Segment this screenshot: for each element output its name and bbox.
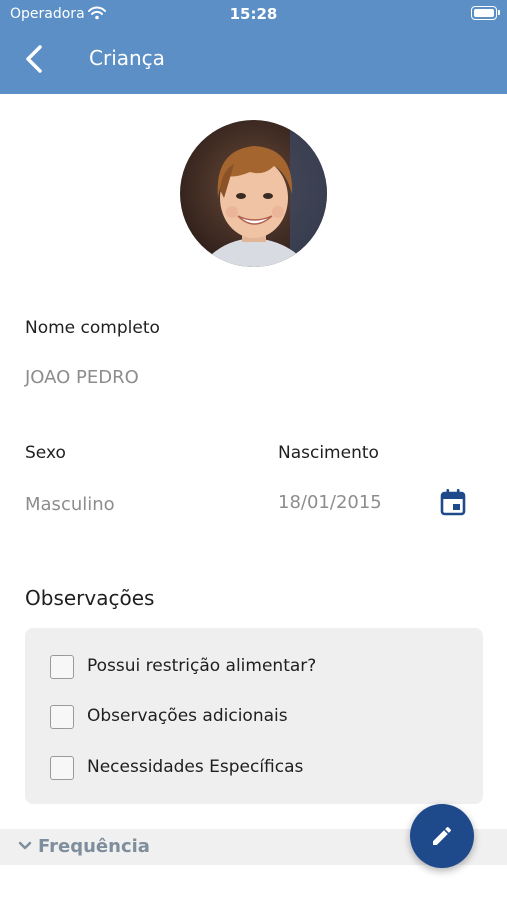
name-label: Nome completo	[25, 318, 160, 338]
checkbox-food-restriction[interactable]: Possui restrição alimentar?	[50, 652, 470, 682]
checkbox[interactable]	[50, 756, 74, 780]
sex-label: Sexo	[25, 443, 66, 463]
calendar-icon	[440, 489, 466, 516]
status-bar: Operadora 15:28	[0, 0, 507, 28]
observations-title: Observações	[25, 586, 155, 610]
battery-icon	[471, 6, 500, 20]
avatar[interactable]	[180, 120, 327, 267]
checkbox-label: Possui restrição alimentar?	[87, 656, 317, 676]
observations-panel: Possui restrição alimentar? Observações …	[25, 628, 483, 804]
frequency-label: Frequência	[38, 836, 150, 857]
birth-value: 18/01/2015	[278, 492, 382, 513]
checkbox-label: Observações adicionais	[87, 706, 288, 726]
edit-button[interactable]	[410, 804, 474, 868]
checkbox-label: Necessidades Específicas	[87, 757, 304, 777]
checkbox-specific-needs[interactable]: Necessidades Específicas	[50, 753, 470, 783]
birth-label: Nascimento	[278, 443, 379, 463]
checkbox[interactable]	[50, 655, 74, 679]
chevron-down-icon	[18, 841, 32, 850]
status-time: 15:28	[229, 5, 278, 23]
page-title: Criança	[89, 46, 165, 70]
checkbox[interactable]	[50, 705, 74, 729]
name-value: JOAO PEDRO	[25, 367, 139, 388]
app-header: Operadora 15:28 Criança	[0, 0, 507, 94]
pencil-icon	[433, 826, 452, 845]
child-photo	[180, 120, 327, 267]
sex-value: Masculino	[25, 494, 115, 515]
chevron-left-icon	[26, 45, 42, 73]
back-button[interactable]	[20, 42, 50, 76]
calendar-button[interactable]	[440, 488, 466, 516]
checkbox-additional-notes[interactable]: Observações adicionais	[50, 702, 470, 732]
